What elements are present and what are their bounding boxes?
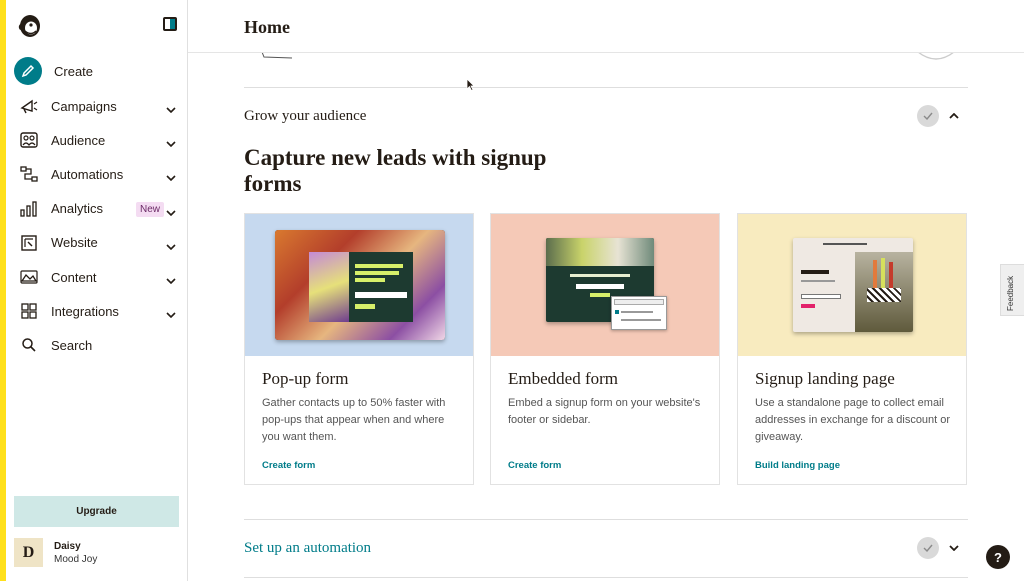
- sidebar-item-analytics[interactable]: Analytics New: [6, 192, 188, 226]
- sidebar-toggle-icon[interactable]: [163, 17, 177, 31]
- card-title: Pop-up form: [262, 369, 349, 388]
- sidebar-item-label: Content: [51, 269, 97, 285]
- user-name: Daisy: [54, 540, 81, 552]
- chevron-up-icon[interactable]: [948, 110, 960, 122]
- create-button[interactable]: Create: [14, 57, 93, 85]
- sidebar-item-label: Search: [51, 337, 93, 353]
- card-description: Embed a signup form on your website's fo…: [508, 397, 701, 426]
- upgrade-button[interactable]: Upgrade: [14, 496, 179, 527]
- top-bar: Home: [188, 0, 1024, 53]
- search-icon: [20, 336, 38, 354]
- chevron-down-icon[interactable]: [166, 271, 176, 289]
- sidebar-item-audience[interactable]: Audience: [6, 123, 188, 157]
- landing-page-illustration: [738, 214, 966, 356]
- sidebar-item-content[interactable]: Content: [6, 260, 188, 294]
- section-headline: Capture new leads with signup forms: [244, 145, 547, 196]
- sidebar-item-automations[interactable]: Automations: [6, 157, 188, 191]
- sidebar-item-search[interactable]: Search: [6, 328, 188, 362]
- bar-chart-icon: [20, 200, 38, 218]
- help-button[interactable]: ?: [986, 545, 1010, 569]
- feedback-label: Feedback: [1006, 275, 1015, 311]
- chevron-down-icon[interactable]: [166, 203, 176, 221]
- avatar: D: [14, 538, 43, 567]
- sidebar: Create Campaigns Audience Automations An…: [6, 0, 188, 581]
- popup-form-illustration: [245, 214, 473, 356]
- illustration-fragment: [261, 52, 293, 59]
- freddie-logo-icon[interactable]: [16, 11, 44, 39]
- sidebar-item-website[interactable]: Website: [6, 226, 188, 260]
- mouse-cursor-icon: [466, 78, 475, 96]
- section-title-automation[interactable]: Set up an automation: [244, 540, 371, 557]
- page-title: Home: [244, 17, 290, 37]
- chevron-down-icon[interactable]: [166, 168, 176, 186]
- embedded-form-illustration: [491, 214, 719, 356]
- section-divider: [244, 577, 968, 578]
- chevron-down-icon[interactable]: [166, 305, 176, 323]
- chevron-down-icon[interactable]: [166, 100, 176, 118]
- card-description: Use a standalone page to collect email a…: [755, 397, 951, 443]
- card-description: Gather contacts up to 50% faster with po…: [262, 397, 446, 443]
- sidebar-item-label: Website: [51, 235, 98, 251]
- check-icon: [917, 537, 939, 559]
- automations-icon: [20, 165, 38, 183]
- feedback-tab[interactable]: Feedback: [1000, 264, 1024, 316]
- section-divider: [244, 87, 968, 88]
- card-title: Embedded form: [508, 369, 618, 388]
- popup-form-card[interactable]: Pop-up form Gather contacts up to 50% fa…: [244, 213, 474, 485]
- grid-icon: [20, 302, 38, 320]
- sidebar-item-label: Automations: [51, 166, 124, 182]
- user-org: Mood Joy: [54, 553, 98, 565]
- pencil-icon: [14, 57, 42, 85]
- megaphone-icon: [20, 97, 38, 115]
- sidebar-item-integrations[interactable]: Integrations: [6, 294, 188, 328]
- sidebar-item-label: Integrations: [51, 303, 119, 319]
- website-icon: [20, 234, 38, 252]
- sidebar-item-label: Analytics: [51, 201, 104, 217]
- card-title: Signup landing page: [755, 369, 895, 388]
- chevron-down-icon[interactable]: [166, 134, 176, 152]
- section-divider: [244, 519, 968, 520]
- sidebar-item-label: Campaigns: [51, 98, 117, 114]
- chevron-down-icon[interactable]: [948, 542, 960, 554]
- signup-landing-page-card[interactable]: Signup landing page Use a standalone pag…: [737, 213, 967, 485]
- build-landing-page-link[interactable]: Build landing page: [755, 460, 840, 471]
- new-badge: New: [136, 201, 165, 217]
- audience-icon: [20, 131, 38, 149]
- content-icon: [20, 268, 38, 286]
- embedded-form-card[interactable]: Embedded form Embed a signup form on you…: [490, 213, 720, 485]
- create-form-link[interactable]: Create form: [262, 460, 315, 471]
- sidebar-nav: Campaigns Audience Automations Analytics…: [6, 89, 188, 363]
- create-label: Create: [54, 63, 94, 79]
- chevron-down-icon[interactable]: [166, 237, 176, 255]
- create-form-link[interactable]: Create form: [508, 460, 561, 471]
- sidebar-item-campaigns[interactable]: Campaigns: [6, 89, 188, 123]
- account-menu[interactable]: D Daisy Mood Joy: [14, 538, 97, 567]
- sidebar-item-label: Audience: [51, 132, 106, 148]
- check-icon: [917, 105, 939, 127]
- main-content: Home Grow your audience Capture new lead…: [188, 0, 1024, 581]
- section-title-grow[interactable]: Grow your audience: [244, 108, 366, 125]
